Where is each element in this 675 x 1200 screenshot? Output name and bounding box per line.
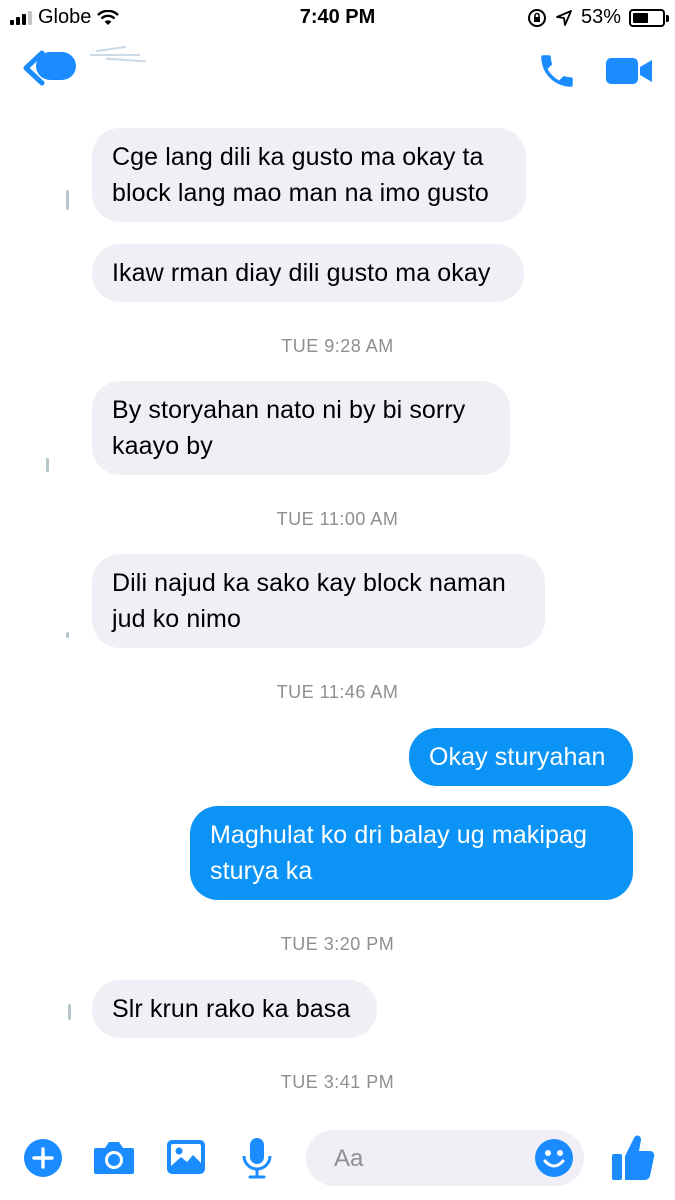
phone-icon (541, 55, 573, 87)
voice-button[interactable] (240, 1136, 274, 1180)
voice-call-button[interactable] (536, 50, 578, 92)
status-right: 53% (527, 6, 669, 29)
battery-icon (629, 8, 669, 27)
emoji-icon (535, 1139, 573, 1177)
like-button[interactable] (610, 1132, 656, 1182)
timestamp: TUE 3:20 PM (280, 934, 395, 954)
plus-button[interactable] (23, 1138, 63, 1178)
timestamp: TUE 3:41 PM (280, 1072, 395, 1092)
orientation-lock-icon (527, 8, 546, 27)
battery-percent: 53% (580, 6, 621, 28)
message-input-placeholder: Aa (334, 1145, 364, 1172)
composer-bar: Aa (0, 1112, 675, 1200)
message-bubble-incoming[interactable]: By storyahan nato ni by bi sorry kaayo b… (92, 381, 510, 475)
microphone-icon (242, 1138, 272, 1179)
photo-icon (167, 1140, 205, 1174)
message-bubble-incoming[interactable]: Slr krun rako ka basa (92, 980, 377, 1038)
contact-name[interactable] (86, 42, 156, 64)
avatar (46, 458, 49, 472)
message-bubble-outgoing[interactable]: Okay sturyahan (409, 728, 633, 786)
timestamp: TUE 9:28 AM (281, 336, 394, 356)
message-bubble-outgoing[interactable]: Maghulat ko dri balay ug makipag sturya … (190, 806, 633, 900)
video-call-button[interactable] (604, 52, 654, 88)
timestamp: TUE 11:46 AM (276, 682, 399, 702)
camera-button[interactable] (92, 1138, 136, 1178)
message-bubble-incoming[interactable]: Cge lang dili ka gusto ma okay ta block … (92, 128, 526, 222)
gallery-button[interactable] (165, 1136, 207, 1178)
avatar (68, 1004, 71, 1020)
avatar (66, 632, 69, 638)
message-bubble-incoming[interactable]: Ikaw rman diay dili gusto ma okay (92, 244, 524, 302)
unread-badge (36, 52, 76, 80)
emoji-button[interactable] (534, 1138, 574, 1178)
like-icon (612, 1135, 655, 1180)
video-camera-icon (606, 58, 652, 84)
timestamp: TUE 11:00 AM (276, 509, 399, 529)
camera-icon (94, 1142, 134, 1174)
plus-icon (24, 1139, 62, 1177)
location-arrow-icon (556, 9, 572, 26)
message-bubble-incoming[interactable]: Dili najud ka sako kay block naman jud k… (92, 554, 545, 648)
status-bar: Globe 7:40 PM 53% (0, 0, 675, 36)
avatar (66, 190, 69, 210)
chat-header (0, 36, 675, 104)
